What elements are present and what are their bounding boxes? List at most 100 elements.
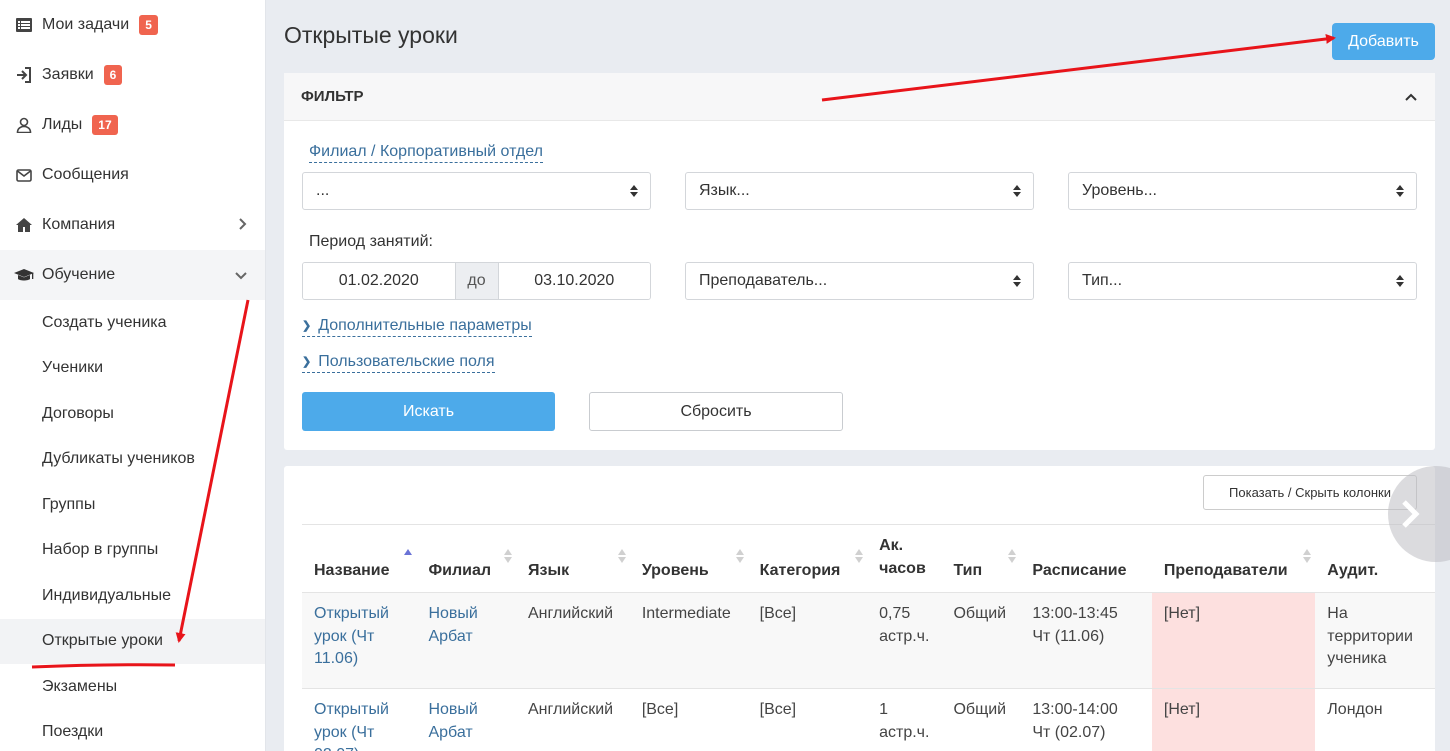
column-header-schedule[interactable]: Расписание: [1020, 524, 1152, 593]
column-header-hours[interactable]: Ак. часов: [867, 524, 942, 593]
language-select-value: Язык...: [699, 182, 750, 199]
sidebar-subitem-exams[interactable]: Экзамены: [0, 664, 265, 710]
cell-language: Английский: [515, 688, 630, 751]
cell-hours: 1 астр.ч.: [867, 688, 942, 751]
cell-schedule: 13:00-14:00 Чт (02.07): [1020, 688, 1152, 751]
sidebar-item-my-tasks[interactable]: Мои задачи 5: [0, 0, 265, 50]
user-icon: [14, 115, 34, 135]
sidebar-subitem-groups[interactable]: Группы: [0, 482, 265, 528]
extra-params-toggle[interactable]: ❯ Дополнительные параметры: [302, 317, 532, 337]
column-header-category[interactable]: Категория: [747, 524, 868, 593]
cell-level: [Все]: [629, 688, 748, 751]
tasks-count-badge: 5: [139, 15, 158, 35]
type-select[interactable]: Тип...: [1068, 262, 1417, 300]
envelope-icon: [14, 165, 34, 185]
sort-icon: [617, 549, 626, 563]
sort-arrows-icon: [630, 185, 638, 197]
teacher-select[interactable]: Преподаватель...: [685, 262, 1034, 300]
sidebar-item-leads[interactable]: Лиды 17: [0, 100, 265, 150]
filter-header[interactable]: ФИЛЬТР: [284, 73, 1435, 121]
page-title: Открытые уроки: [284, 22, 458, 48]
sort-icon: [855, 549, 864, 563]
sidebar-subitem-create-student[interactable]: Создать ученика: [0, 300, 265, 346]
sidebar-subitem-group-enrollment[interactable]: Набор в группы: [0, 528, 265, 574]
chevron-up-icon[interactable]: [1401, 87, 1421, 107]
date-range-separator: до: [454, 263, 499, 299]
cell-schedule: 13:00-13:45 Чт (11.06): [1020, 592, 1152, 689]
column-header-teachers[interactable]: Преподаватели: [1151, 524, 1316, 593]
level-select[interactable]: Уровень...: [1068, 172, 1417, 210]
sidebar-subitem-trips[interactable]: Поездки: [0, 710, 265, 751]
sidebar-subitem-students[interactable]: Ученики: [0, 346, 265, 392]
sort-icon: [735, 549, 744, 563]
sidebar-subitem-individual[interactable]: Индивидуальные: [0, 573, 265, 619]
sidebar-item-education[interactable]: Обучение: [0, 250, 265, 300]
period-label: Период занятий:: [309, 233, 433, 250]
cell-type: Общий: [941, 592, 1021, 689]
sign-in-icon: [14, 65, 34, 85]
sidebar-subitem-contracts[interactable]: Договоры: [0, 391, 265, 437]
branch-link[interactable]: Новый Арбат: [416, 592, 516, 689]
branch-select[interactable]: ...: [302, 172, 651, 210]
period-range: 01.02.2020 до 03.10.2020: [302, 262, 651, 300]
chevron-right-icon: ❯: [302, 320, 312, 332]
column-header-branch[interactable]: Филиал: [416, 524, 516, 593]
lesson-name-link[interactable]: Открытый урок (Чт 02.07): [302, 688, 417, 751]
table-row: Открытый урок (Чт 02.07) Новый Арбат Анг…: [302, 688, 1435, 751]
cell-type: Общий: [941, 688, 1021, 751]
sidebar-item-label: Обучение: [42, 266, 116, 283]
chevron-right-icon: ❯: [302, 356, 312, 368]
cell-category: [Все]: [747, 592, 868, 689]
sidebar-item-label: Лиды: [42, 116, 83, 133]
sort-icon: [503, 549, 512, 563]
sidebar: Мои задачи 5 Заявки 6 Лиды 17 Сообщения …: [0, 0, 266, 751]
date-to-input[interactable]: 03.10.2020: [498, 263, 650, 299]
sidebar-subitem-open-lessons[interactable]: Открытые уроки: [0, 618, 265, 664]
cell-hours: 0,75 астр.ч.: [867, 592, 942, 689]
type-select-value: Тип...: [1082, 272, 1123, 289]
sidebar-item-label: Заявки: [42, 66, 94, 83]
branch-link[interactable]: Новый Арбат: [416, 688, 516, 751]
sidebar-item-company[interactable]: Компания: [0, 200, 265, 250]
leads-count-badge: 17: [92, 115, 118, 135]
sort-arrows-icon: [1013, 275, 1021, 287]
custom-fields-toggle[interactable]: ❯ Пользовательские поля: [302, 353, 495, 373]
date-from-input[interactable]: 01.02.2020: [303, 263, 455, 299]
tasks-icon: [14, 15, 34, 35]
column-header-name[interactable]: Название: [302, 524, 417, 593]
sort-icon: [1008, 549, 1017, 563]
sort-icon: [1303, 549, 1312, 563]
sort-arrows-icon: [1013, 185, 1021, 197]
chevron-down-icon: [235, 267, 247, 283]
cell-room: Лондон: [1315, 688, 1435, 751]
cell-level: Intermediate: [629, 592, 748, 689]
sidebar-subitem-student-duplicates[interactable]: Дубликаты учеников: [0, 437, 265, 483]
sidebar-item-label: Сообщения: [42, 166, 129, 183]
cell-teachers: [Нет]: [1151, 688, 1316, 751]
column-header-type[interactable]: Тип: [941, 524, 1021, 593]
toggle-columns-button[interactable]: Показать / Скрыть колонки: [1203, 475, 1417, 510]
cell-room: На территории ученика: [1315, 592, 1435, 689]
branch-select-value: ...: [316, 182, 330, 199]
branch-filter-link[interactable]: Филиал / Корпоративный отдел: [309, 143, 543, 163]
chevron-right-icon: [1402, 500, 1420, 528]
add-button[interactable]: Добавить: [1332, 23, 1435, 60]
filter-title: ФИЛЬТР: [301, 88, 364, 105]
column-header-language[interactable]: Язык: [515, 524, 630, 593]
lesson-name-link[interactable]: Открытый урок (Чт 11.06): [302, 592, 417, 689]
extra-params-label: Дополнительные параметры: [318, 317, 532, 334]
custom-fields-label: Пользовательские поля: [318, 353, 495, 370]
requests-count-badge: 6: [103, 65, 123, 85]
cell-category: [Все]: [747, 688, 868, 751]
sidebar-item-requests[interactable]: Заявки 6: [0, 50, 265, 100]
sidebar-item-messages[interactable]: Сообщения: [0, 150, 265, 200]
results-panel: Показать / Скрыть колонки Название Филиа…: [284, 466, 1435, 751]
search-button[interactable]: Искать: [302, 392, 555, 431]
language-select[interactable]: Язык...: [685, 172, 1034, 210]
level-select-value: Уровень...: [1082, 182, 1157, 199]
cell-language: Английский: [515, 592, 630, 689]
filter-panel: ФИЛЬТР Филиал / Корпоративный отдел ... …: [284, 73, 1435, 450]
reset-button[interactable]: Сбросить: [589, 392, 843, 431]
teacher-select-value: Преподаватель...: [699, 272, 828, 289]
column-header-level[interactable]: Уровень: [629, 524, 748, 593]
